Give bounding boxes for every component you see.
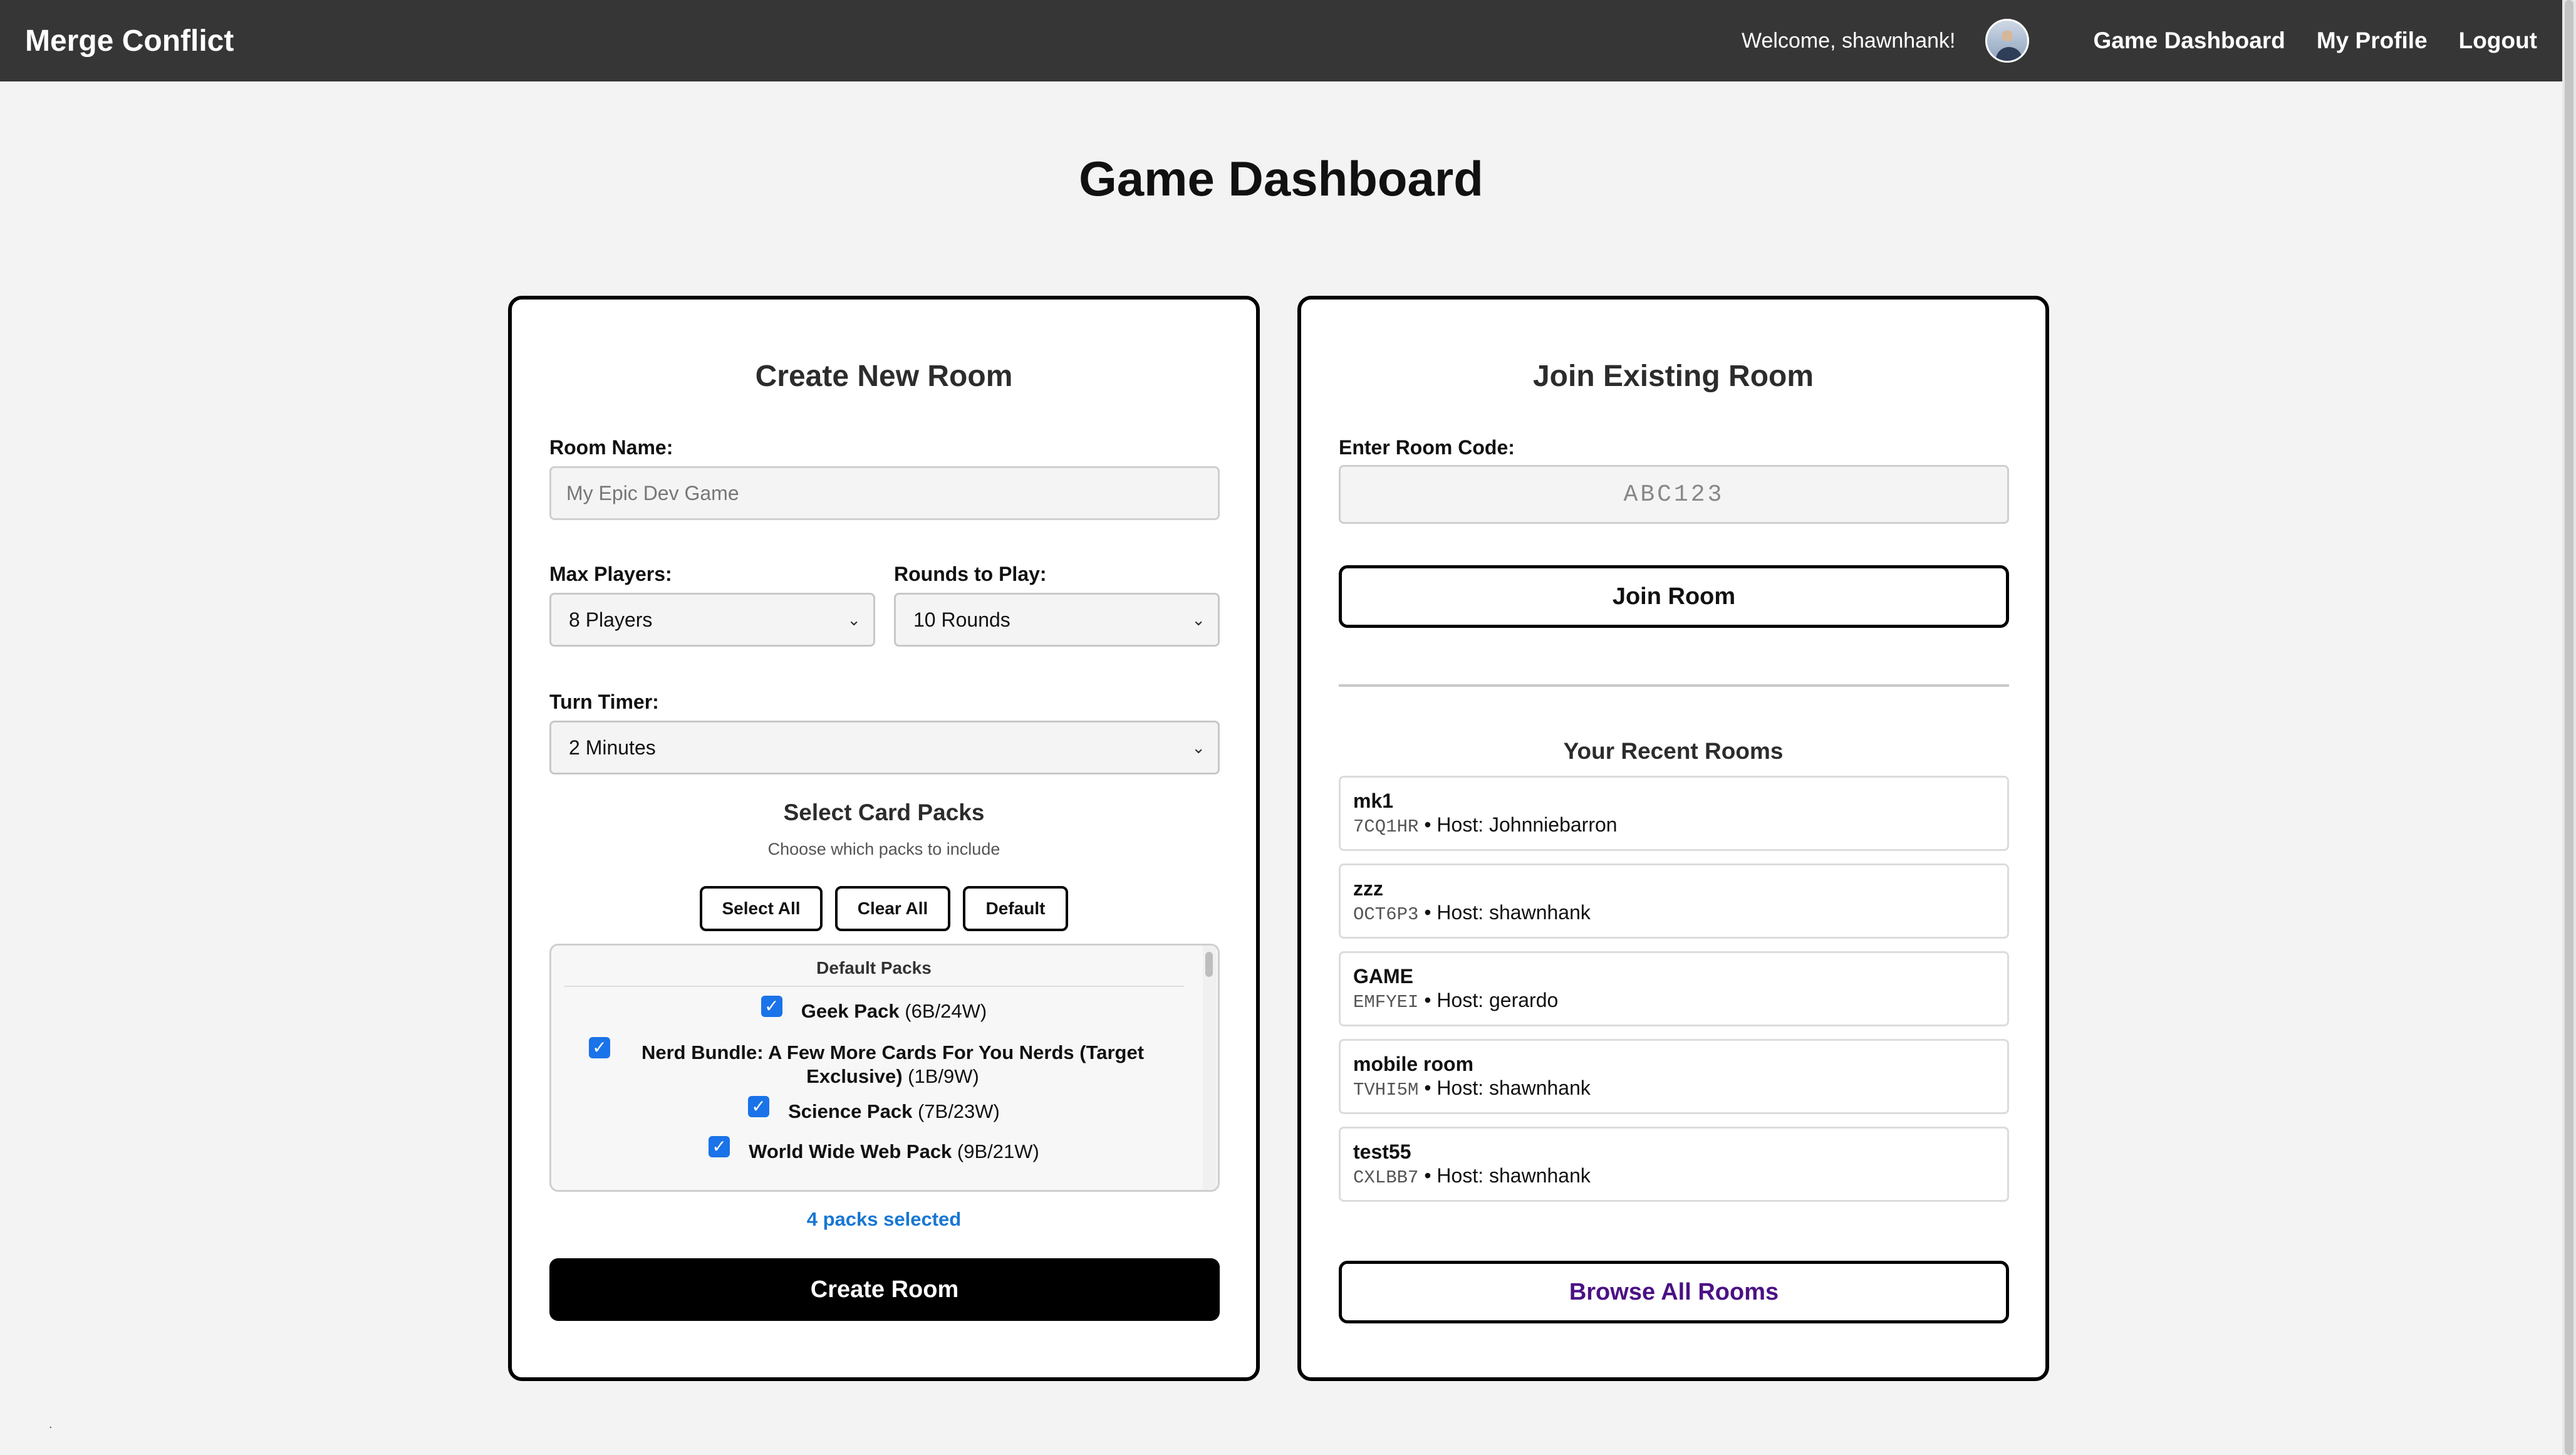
recent-room-item[interactable]: GAME EMFYEI • Host: gerardo [1339,951,2009,1026]
browse-all-rooms-button[interactable]: Browse All Rooms [1339,1261,2009,1323]
packs-group-heading: Default Packs [564,958,1184,987]
nav-link-my-profile[interactable]: My Profile [2317,28,2428,54]
chevron-down-icon: ⌄ [847,610,861,629]
rounds-label: Rounds to Play: [894,563,1047,585]
room-code: OCT6P3 [1353,904,1419,925]
card-packs-subtitle: Choose which packs to include [767,840,1000,858]
room-code: TVHI5M [1353,1080,1419,1100]
create-room-button[interactable]: Create Room [549,1258,1220,1321]
recent-room-item[interactable]: mobile room TVHI5M • Host: shawnhank [1339,1039,2009,1114]
checkbox-checked-icon[interactable]: ✓ [761,996,782,1017]
pack-item-nerd-bundle[interactable]: ✓ Nerd Bundle: A Few More Cards For You … [589,1037,1171,1088]
room-code: CXLBB7 [1353,1167,1419,1188]
room-host: • Host: shawnhank [1424,901,1591,924]
pack-counts: (6B/24W) [905,1000,987,1022]
join-room-title: Join Existing Room [1532,360,1814,393]
room-code: EMFYEI [1353,992,1419,1013]
room-name: GAME [1353,965,1413,988]
select-all-button[interactable]: Select All [700,886,823,931]
pack-name: Nerd Bundle: A Few More Cards For You Ne… [641,1041,1145,1087]
room-code: 7CQ1HR [1353,816,1419,837]
rounds-select[interactable]: 10 Rounds ⌄ [894,593,1220,647]
room-code-label: Enter Room Code: [1339,436,1515,459]
room-host: • Host: gerardo [1424,989,1559,1011]
corner-dot: . [49,1417,53,1431]
card-packs-list[interactable]: Default Packs ✓ Geek Pack (6B/24W) ✓ Nerd… [549,944,1220,1192]
recent-rooms-title: Your Recent Rooms [1563,738,1784,764]
clear-all-button[interactable]: Clear All [835,886,950,931]
checkbox-checked-icon[interactable]: ✓ [709,1136,730,1157]
room-name-input[interactable]: My Epic Dev Game [549,466,1220,520]
room-code-input[interactable]: ABC123 [1339,465,2009,524]
pack-item-science[interactable]: ✓ Science Pack (7B/23W) [564,1096,1184,1124]
top-navbar: Merge Conflict Welcome, shawnhank! Game … [0,0,2562,81]
recent-room-item[interactable]: mk1 7CQ1HR • Host: Johnniebarron [1339,776,2009,851]
pack-counts: (9B/21W) [957,1140,1039,1162]
checkbox-checked-icon[interactable]: ✓ [589,1037,610,1058]
page-scrollbar[interactable] [2562,0,2576,1455]
page-title: Game Dashboard [1079,151,1483,206]
checkbox-checked-icon[interactable]: ✓ [748,1096,770,1117]
pack-counts: (1B/9W) [908,1065,979,1087]
packs-scrollbar[interactable] [1203,946,1217,1190]
pack-name: Science Pack [788,1100,913,1122]
avatar[interactable] [1985,19,2030,63]
nav-right: Welcome, shawnhank! Game Dashboard My Pr… [1742,19,2537,63]
max-players-value: 8 Players [569,608,653,631]
create-room-title: Create New Room [755,360,1013,393]
join-room-button[interactable]: Join Room [1339,565,2009,628]
nav-link-game-dashboard[interactable]: Game Dashboard [2093,28,2285,54]
create-room-card: Create New Room Room Name: My Epic Dev G… [508,296,1260,1381]
page-scrollbar-thumb[interactable] [2565,0,2573,1455]
card-packs-title: Select Card Packs [783,800,985,825]
pack-name: Geek Pack [801,1000,900,1022]
turn-timer-select[interactable]: 2 Minutes ⌄ [549,721,1220,774]
brand-logo[interactable]: Merge Conflict [25,24,234,58]
default-button[interactable]: Default [963,886,1068,931]
recent-room-item[interactable]: test55 CXLBB7 • Host: shawnhank [1339,1127,2009,1202]
join-room-card: Join Existing Room Enter Room Code: ABC1… [1297,296,2049,1381]
room-name: mk1 [1353,790,1394,812]
room-host: • Host: Johnniebarron [1424,813,1618,836]
packs-scrollbar-thumb[interactable] [1205,952,1213,977]
pack-item-geek[interactable]: ✓ Geek Pack (6B/24W) [564,996,1184,1023]
turn-timer-label: Turn Timer: [549,691,659,713]
recent-room-item[interactable]: zzz OCT6P3 • Host: shawnhank [1339,863,2009,939]
rounds-value: 10 Rounds [913,608,1010,631]
room-name: zzz [1353,877,1383,900]
max-players-select[interactable]: 8 Players ⌄ [549,593,875,647]
pack-counts: (7B/23W) [917,1100,1000,1122]
chevron-down-icon: ⌄ [1192,738,1205,757]
pack-item-world-wide-web[interactable]: ✓ World Wide Web Pack (9B/21W) [564,1136,1184,1164]
max-players-label: Max Players: [549,563,672,585]
nav-link-logout[interactable]: Logout [2459,28,2537,54]
room-name-placeholder: My Epic Dev Game [566,481,739,504]
room-host: • Host: shawnhank [1424,1164,1591,1187]
packs-selected-count: 4 packs selected [806,1208,962,1230]
turn-timer-value: 2 Minutes [569,736,656,759]
chevron-down-icon: ⌄ [1192,610,1205,629]
welcome-text: Welcome, shawnhank! [1742,28,1956,53]
room-name-label: Room Name: [549,436,673,459]
divider [1339,684,2009,687]
pack-name: World Wide Web Pack [749,1140,952,1162]
room-host: • Host: shawnhank [1424,1077,1591,1099]
room-name: mobile room [1353,1053,1474,1075]
room-name: test55 [1353,1140,1411,1163]
